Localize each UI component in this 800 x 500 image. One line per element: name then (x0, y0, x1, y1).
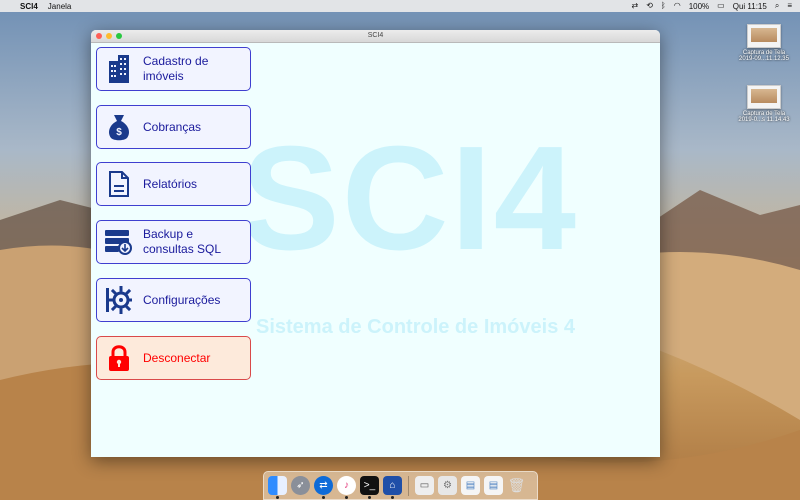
button-label: Cobranças (143, 119, 202, 134)
menu-app-name[interactable]: SCI4 (20, 2, 38, 11)
battery-percent[interactable]: 100% (689, 2, 709, 11)
watermark-logo: SCI4 (241, 116, 579, 281)
app-window: SCI4 SCI4 Sistema de Controle de Imóveis… (91, 30, 660, 457)
zoom-window-button[interactable] (116, 33, 122, 39)
minimize-window-button[interactable] (106, 33, 112, 39)
document-icon (105, 170, 133, 198)
preview-icon[interactable]: ⚙ (438, 476, 457, 495)
configuracoes-button[interactable]: Configurações (96, 278, 251, 322)
time-machine-icon[interactable]: ⟲ (646, 0, 653, 12)
building-icon (105, 55, 133, 83)
terminal-icon[interactable]: >_ (360, 476, 379, 499)
desktop-file-date: 2019-0...s 11.14.43 (738, 117, 790, 123)
button-label: Relatórios (143, 176, 198, 191)
server-download-icon (105, 228, 133, 256)
desktop-file[interactable]: Captura de Tela 2019-0...s 11.14.43 (729, 85, 799, 123)
screenshot-thumbnail-icon (747, 24, 781, 48)
trash-icon[interactable]: 🗑 (507, 476, 526, 495)
cobrancas-button[interactable]: $ Cobranças (96, 105, 251, 149)
bluetooth-icon[interactable]: ᛒ (661, 0, 666, 12)
window-title: SCI4 (367, 32, 384, 39)
mail-window-icon[interactable]: ▭ (415, 476, 434, 495)
teamviewer-status-icon[interactable]: ⇄ (632, 0, 639, 12)
menu-bar: SCI4 Janela ⇄ ⟲ ᛒ ◠ 100% ▭ Qui 11:15 ⌕ ≡ (0, 0, 800, 12)
launchpad-icon[interactable]: ➶ (291, 476, 310, 495)
teamviewer-icon[interactable]: ⇄ (314, 476, 333, 499)
sci4-app-icon[interactable]: ⌂ (383, 476, 402, 499)
money-bag-icon: $ (105, 113, 133, 141)
cadastro-imoveis-button[interactable]: Cadastro de imóveis (96, 47, 251, 91)
screenshot-icon[interactable]: ▤ (461, 476, 480, 495)
desconectar-button[interactable]: Desconectar (96, 336, 251, 380)
itunes-icon[interactable]: ♪ (337, 476, 356, 499)
lock-icon (105, 344, 133, 372)
relatorios-button[interactable]: Relatórios (96, 162, 251, 206)
watermark-subtitle: Sistema de Controle de Imóveis 4 (256, 316, 575, 338)
menu-item-janela[interactable]: Janela (48, 2, 72, 11)
screenshot-icon[interactable]: ▤ (484, 476, 503, 495)
close-window-button[interactable] (96, 33, 102, 39)
desktop-file-date: 2019-09...11.12.35 (739, 56, 789, 62)
finder-icon[interactable] (268, 476, 287, 499)
button-label: Desconectar (143, 350, 211, 365)
spotlight-search-icon[interactable]: ⌕ (775, 0, 779, 12)
button-label: Cadastro de imóveis (143, 54, 209, 83)
button-label: Backup e consultas SQL (143, 227, 222, 256)
dock-separator (408, 475, 409, 496)
dock: ➶ ⇄ ♪ >_ ⌂ ▭ ⚙ ▤ ▤ 🗑 (263, 471, 538, 500)
gear-icon (105, 286, 133, 314)
window-titlebar[interactable]: SCI4 (91, 30, 660, 43)
button-label: Configurações (143, 292, 221, 307)
backup-sql-button[interactable]: Backup e consultas SQL (96, 220, 251, 264)
desktop-file[interactable]: Captura de Tela 2019-09...11.12.35 (729, 24, 799, 62)
screenshot-thumbnail-icon (747, 85, 781, 109)
wifi-icon[interactable]: ◠ (674, 0, 681, 12)
battery-icon[interactable]: ▭ (717, 0, 725, 12)
menu-clock[interactable]: Qui 11:15 (733, 2, 767, 11)
notification-center-icon[interactable]: ≡ (787, 0, 792, 12)
svg-text:$: $ (116, 127, 122, 138)
